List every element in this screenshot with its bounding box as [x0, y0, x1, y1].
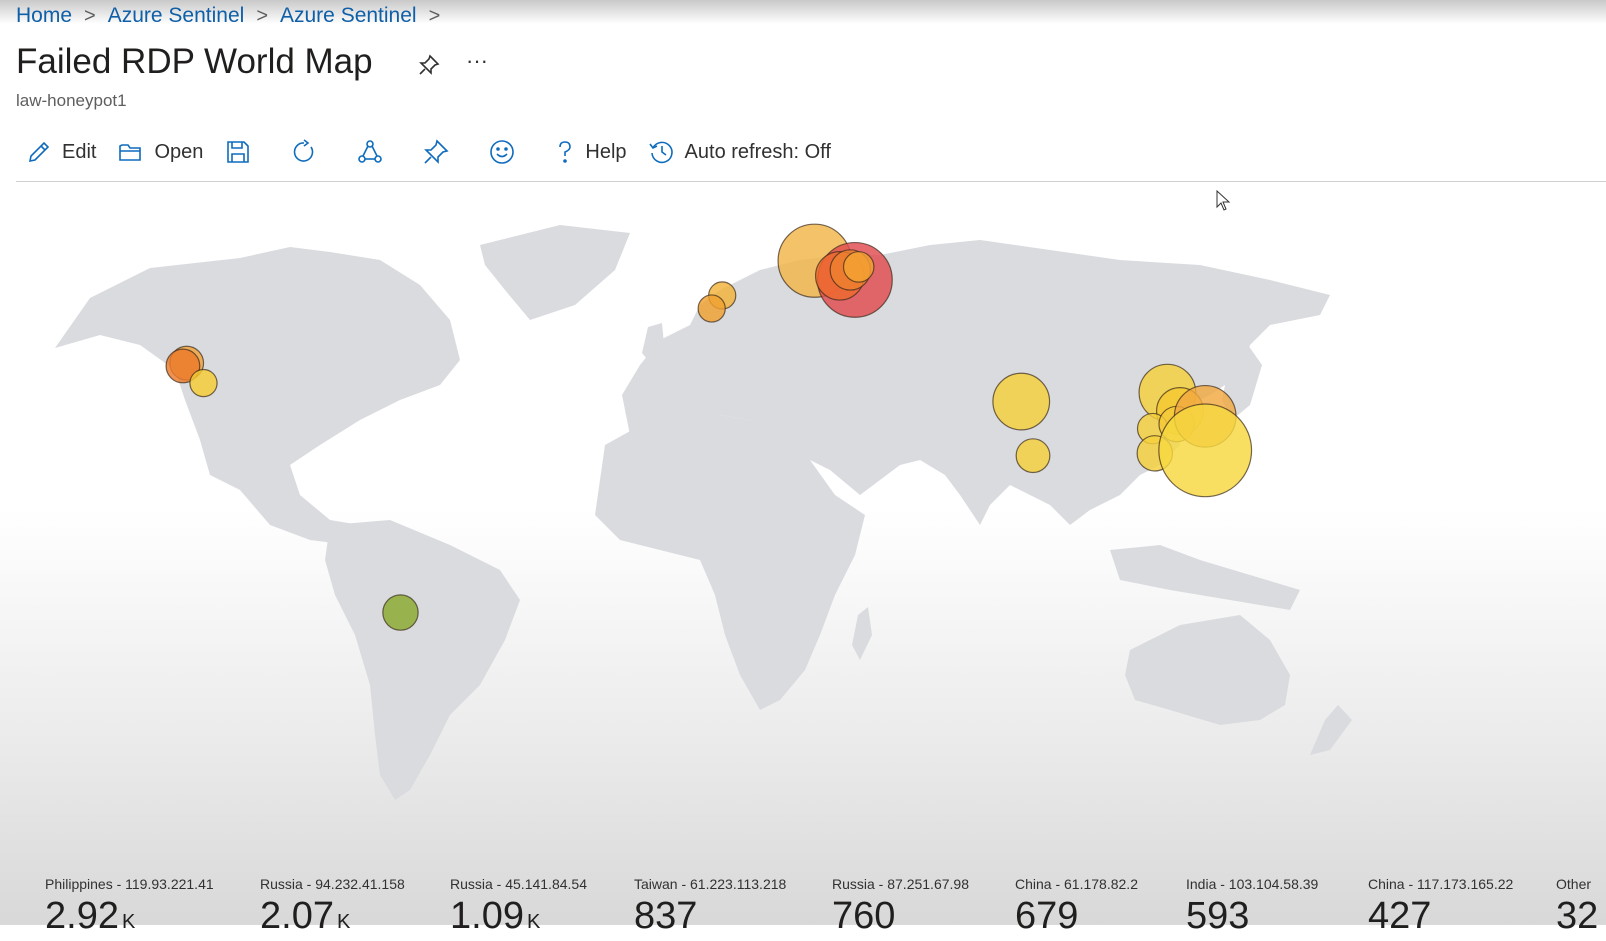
chevron-right-icon: >	[84, 4, 96, 27]
attacker-tile[interactable]: Other 32	[1556, 876, 1598, 935]
chevron-right-icon: >	[428, 4, 441, 27]
more-options-button[interactable]: ···	[466, 48, 488, 74]
landmass-north-america	[55, 247, 460, 545]
chevron-right-icon: >	[256, 4, 268, 27]
attacker-tile[interactable]: Philippines - 119.93.221.41 2.92 K	[45, 876, 214, 941]
smiley-icon	[490, 140, 515, 164]
tile-label: China - 117.173.165.22	[1368, 876, 1514, 892]
breadcrumb-home[interactable]: Home	[16, 4, 72, 28]
help-label: Help	[585, 140, 627, 163]
map-bubble[interactable]	[842, 251, 875, 283]
landmass-southeast-asia-islands	[1110, 545, 1300, 610]
attacker-tile[interactable]: Russia - 45.141.84.54 1.09 K	[450, 876, 587, 941]
tile-value: 32	[1556, 895, 1599, 937]
tile-value: 1.09 K	[450, 895, 541, 937]
attacker-tile[interactable]: India - 103.104.58.39 593	[1186, 876, 1318, 935]
tile-value: 2.07 K	[260, 895, 351, 937]
tile-value: 427	[1368, 895, 1432, 937]
toolbar-divider	[16, 181, 1606, 182]
tile-unit: K	[336, 911, 351, 933]
edit-label: Edit	[62, 140, 97, 163]
tile-label: Taiwan - 61.223.113.218	[634, 876, 787, 892]
auto-refresh-button[interactable]: Auto refresh: Off	[648, 139, 831, 165]
tile-value: 837	[634, 895, 698, 937]
toolbar: Edit Open Help Auto refresh: Off	[26, 134, 853, 170]
tile-label: Russia - 94.232.41.158	[260, 876, 405, 892]
tile-label: India - 103.104.58.39	[1186, 876, 1319, 892]
tile-value: 679	[1015, 895, 1079, 937]
pin-icon	[424, 139, 449, 164]
folder-open-icon	[119, 144, 142, 161]
world-map[interactable]	[0, 195, 1606, 855]
map-bubble[interactable]	[1015, 438, 1051, 474]
landmass-new-zealand	[1310, 705, 1352, 755]
landmass-south-america	[325, 520, 520, 800]
tile-value: 760	[832, 895, 896, 937]
attacker-tile[interactable]: Russia - 87.251.67.98 760	[832, 876, 969, 935]
attacker-tile[interactable]: Taiwan - 61.223.113.218 837	[634, 876, 786, 935]
breadcrumb: Home > Azure Sentinel > Azure Sentinel >	[16, 4, 452, 28]
workspace-name: law-honeypot1	[16, 91, 127, 110]
save-icon	[227, 141, 250, 163]
tile-label: Russia - 87.251.67.98	[832, 876, 969, 892]
feedback-button[interactable]	[489, 139, 525, 165]
mouse-cursor-icon	[1216, 190, 1231, 211]
help-button[interactable]: Help	[555, 139, 627, 165]
pin-to-dashboard-button[interactable]	[423, 139, 459, 165]
share-button[interactable]	[357, 139, 393, 165]
map-bubble[interactable]	[697, 294, 726, 323]
pencil-icon	[28, 141, 50, 163]
map-bubble[interactable]	[992, 372, 1051, 431]
tile-unit: K	[121, 911, 136, 933]
tile-label: Philippines - 119.93.221.41	[45, 876, 214, 892]
attacker-tile[interactable]: Russia - 94.232.41.158 2.07 K	[260, 876, 405, 941]
attacker-tile[interactable]: China - 117.173.165.22 427	[1368, 876, 1513, 935]
breadcrumb-azure-sentinel-2[interactable]: Azure Sentinel	[280, 4, 417, 28]
pin-icon[interactable]	[418, 54, 440, 81]
breadcrumb-azure-sentinel[interactable]: Azure Sentinel	[108, 4, 245, 28]
help-icon	[559, 141, 572, 163]
landmass-greenland	[480, 225, 630, 320]
tile-label: Russia - 45.141.84.54	[450, 876, 587, 892]
save-button[interactable]	[225, 139, 261, 165]
tile-label: China - 61.178.82.2	[1015, 876, 1138, 892]
attacker-tile[interactable]: China - 61.178.82.2 679	[1015, 876, 1138, 935]
landmass-madagascar	[852, 607, 872, 660]
tile-value: 2.92 K	[45, 895, 136, 937]
page-title: Failed RDP World Map	[16, 42, 373, 81]
refresh-button[interactable]	[291, 139, 327, 165]
map-bubble[interactable]	[1158, 403, 1253, 498]
clock-history-icon	[648, 141, 673, 164]
top-attackers-tiles: Philippines - 119.93.221.41 2.92 K Russia -…	[0, 876, 1606, 935]
edit-button[interactable]: Edit	[26, 139, 96, 165]
tile-unit: K	[526, 911, 541, 933]
open-label: Open	[154, 140, 204, 163]
landmass-australia	[1125, 615, 1290, 725]
refresh-icon	[294, 139, 314, 162]
map-bubble[interactable]	[189, 368, 218, 398]
map-bubble[interactable]	[382, 594, 419, 631]
auto-refresh-label: Auto refresh: Off	[684, 140, 831, 163]
tile-value: 593	[1186, 895, 1250, 937]
open-button[interactable]: Open	[118, 139, 203, 165]
share-icon	[358, 140, 383, 163]
tile-label: Other	[1556, 876, 1592, 892]
